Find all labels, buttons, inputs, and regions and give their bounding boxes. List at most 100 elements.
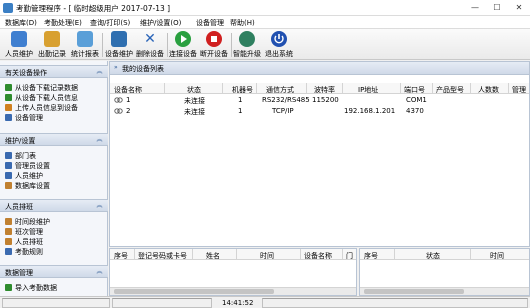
column-divider <box>300 249 301 260</box>
col-status[interactable]: 状态 <box>187 85 201 95</box>
table-row[interactable]: 2 未连接 1 TCP/IP 192.168.1.201 4370 <box>110 106 529 117</box>
section-data-manage-header[interactable]: 数据管理 ︽ <box>0 265 108 278</box>
admin-icon <box>5 162 12 169</box>
toolbar-upgrade-button[interactable]: 智能升级 <box>232 31 262 59</box>
shift-icon <box>5 228 12 235</box>
status-pane <box>2 298 110 308</box>
menu-help[interactable]: 帮助(H) <box>230 18 255 28</box>
cell-status: 未连接 <box>184 108 205 116</box>
cell-comm: RS232/RS485 <box>262 96 310 104</box>
expand-arrow-icon: » <box>114 64 118 71</box>
cell-ip: 192.168.1.201 <box>344 107 396 115</box>
minimize-button[interactable]: — <box>464 0 486 16</box>
col-name[interactable]: 姓名 <box>206 251 220 261</box>
menu-database[interactable]: 数据库(D) <box>5 18 37 28</box>
toolbar-people-button[interactable]: 人员维护 <box>4 31 34 59</box>
cell-port: 4370 <box>406 107 424 115</box>
cell-device-name: 1 <box>126 96 131 104</box>
menu-device[interactable]: 设备管理 <box>196 18 224 28</box>
col-manage[interactable]: 管理 <box>512 85 526 95</box>
close-button[interactable]: ✕ <box>508 0 530 16</box>
section-device-ops-header[interactable]: 有关设备操作 ︽ <box>0 65 108 78</box>
device-list-title: 我的设备列表 <box>122 65 164 73</box>
column-divider <box>400 83 401 94</box>
database-icon <box>5 182 12 189</box>
cell-machine: 1 <box>238 96 243 104</box>
col-device-name[interactable]: 设备名称 <box>304 251 332 261</box>
horizontal-scrollbar[interactable] <box>360 287 529 295</box>
rule-icon <box>5 248 12 255</box>
col-device-name[interactable]: 设备名称 <box>114 85 142 95</box>
menu-attendance[interactable]: 考勤处理(E) <box>44 18 82 28</box>
device-link-icon <box>114 97 123 103</box>
cell-machine: 1 <box>238 107 243 115</box>
table-row[interactable]: 1 未连接 1 RS232/RS485 115200 COM1 <box>110 95 529 106</box>
window-title: 考勤管理程序 - [ 临时超级用户 2017-07-13 ] <box>16 4 171 13</box>
toolbar-disconnect-button[interactable]: 断开设备 <box>199 31 229 59</box>
col-model[interactable]: 产品型号 <box>436 85 464 95</box>
scrollbar-thumb[interactable] <box>364 289 464 294</box>
column-divider <box>470 249 471 260</box>
col-door[interactable]: 门 <box>346 251 353 261</box>
col-port[interactable]: 端口号 <box>404 85 425 95</box>
title-bar: 考勤管理程序 - [ 临时超级用户 2017-07-13 ] — ☐ ✕ <box>0 0 530 16</box>
delete-x-icon: ✕ <box>144 31 156 47</box>
toolbar-attendance-button[interactable]: 出勤记录 <box>37 31 67 59</box>
people-icon <box>11 31 27 47</box>
collapse-chevron-icon[interactable]: ︽ <box>95 268 104 276</box>
download-icon <box>5 84 12 91</box>
time-period-icon <box>5 218 12 225</box>
col-seq[interactable]: 序号 <box>114 251 128 261</box>
collapse-chevron-icon[interactable]: ︽ <box>95 136 104 144</box>
column-divider <box>192 249 193 260</box>
col-machine-no[interactable]: 机器号 <box>232 85 253 95</box>
person-icon <box>5 172 12 179</box>
col-count[interactable]: 人数数 <box>478 85 499 95</box>
log-table-header: 序号 状态 时间 <box>360 249 529 260</box>
col-log-time[interactable]: 时间 <box>490 251 504 261</box>
col-comm[interactable]: 通信方式 <box>266 85 294 95</box>
col-card-no[interactable]: 登记号码或卡号 <box>138 251 187 261</box>
cell-comm: TCP/IP <box>272 107 294 115</box>
collapse-chevron-icon[interactable]: ︽ <box>95 202 104 210</box>
upload-icon <box>5 104 12 111</box>
download-icon <box>5 94 12 101</box>
toolbar-report-button[interactable]: 统计报表 <box>70 31 100 59</box>
toolbar-delete-device-button[interactable]: ✕ 删除设备 <box>135 31 165 59</box>
department-icon <box>5 152 12 159</box>
device-grid-header: 设备名称 状态 机器号 通信方式 波特率 IP地址 端口号 产品型号 人数数 管… <box>110 83 529 94</box>
col-log-status[interactable]: 状态 <box>426 251 440 261</box>
toolbar-device-maint-button[interactable]: 设备维护 <box>104 31 134 59</box>
disconnect-stop-icon <box>206 31 222 47</box>
status-pane <box>262 298 528 308</box>
column-divider <box>134 249 135 260</box>
horizontal-scrollbar[interactable] <box>110 287 356 295</box>
scrollbar-thumb[interactable] <box>114 289 274 294</box>
device-list-header: » 我的设备列表 <box>110 62 529 75</box>
section-scheduling-header[interactable]: 人员排班 ︽ <box>0 199 108 212</box>
column-divider <box>342 249 343 260</box>
col-log-seq[interactable]: 序号 <box>364 251 378 261</box>
status-pane <box>112 298 212 308</box>
status-bar: 14:41:52 <box>0 296 530 308</box>
collapse-chevron-icon[interactable]: ︽ <box>95 68 104 76</box>
column-divider <box>236 249 237 260</box>
toolbar-separator <box>102 33 103 57</box>
toolbar-connect-button[interactable]: 连接设备 <box>168 31 198 59</box>
column-divider <box>222 83 223 94</box>
menu-maintenance[interactable]: 维护/设置(O) <box>140 18 181 28</box>
device-icon <box>111 31 127 47</box>
section-maintenance-header[interactable]: 维护/设置 ︽ <box>0 133 108 146</box>
column-divider <box>256 83 257 94</box>
menu-query-print[interactable]: 查询/打印(S) <box>90 18 130 28</box>
cell-status: 未连接 <box>184 97 205 105</box>
toolbar-exit-button[interactable]: 退出系统 <box>264 31 294 59</box>
col-time[interactable]: 时间 <box>260 251 274 261</box>
power-icon <box>271 31 287 47</box>
records-table: 序号 登记号码或卡号 姓名 时间 设备名称 门 <box>109 248 357 296</box>
col-ip[interactable]: IP地址 <box>358 85 378 95</box>
import-icon <box>5 284 12 291</box>
maximize-button[interactable]: ☐ <box>486 0 508 16</box>
app-icon <box>3 3 13 13</box>
col-baud[interactable]: 波特率 <box>314 85 335 95</box>
